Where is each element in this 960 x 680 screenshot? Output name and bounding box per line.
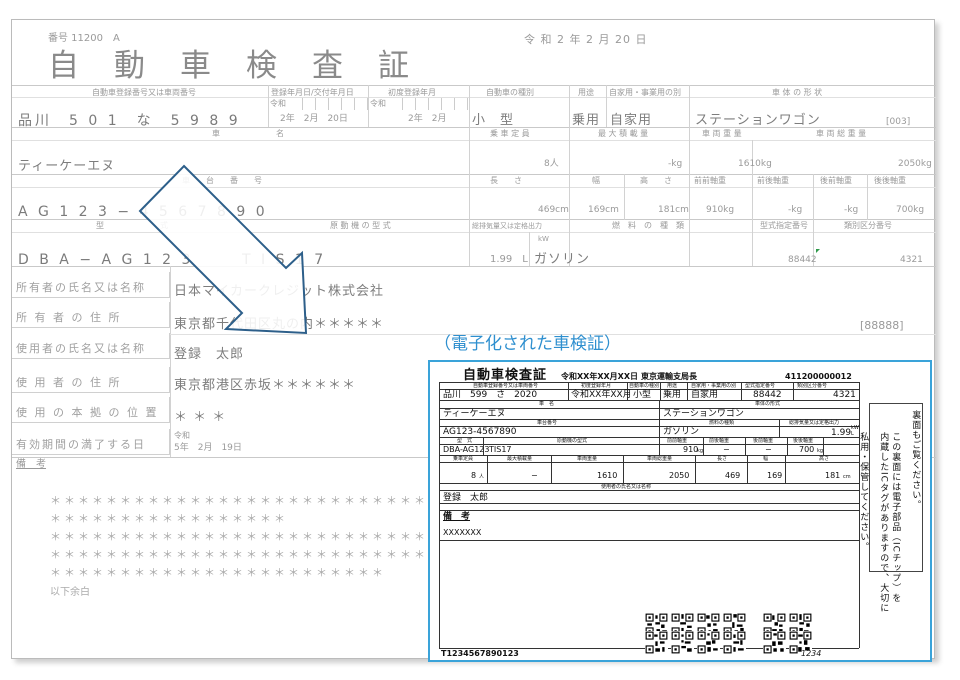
header-weight: 車両重量 [577, 456, 598, 462]
rear-rear-value: 700 [799, 445, 815, 454]
digital-inspection-certificate: 自動車検査証 令和XX年XX月XX日 東京運輸支局長 411200000012 … [433, 366, 927, 658]
width-value: 169 [767, 471, 783, 480]
weight-value: 1610 [597, 471, 618, 480]
class-number-value: 4321 [833, 390, 856, 400]
max-load-value: − [531, 471, 538, 480]
header-height: 高さ [819, 456, 830, 462]
header-max-load: 最大積載量 [507, 456, 533, 462]
header-front-rear: 前後軸重 [709, 438, 730, 444]
header-rear-rear: 後後軸重 [793, 438, 814, 444]
front-front-value: 910 [683, 445, 699, 454]
kg-unit: kg [697, 448, 704, 454]
header-width: 幅 [763, 456, 769, 462]
certificate-date: 令和XX年XX月XX日 [561, 372, 639, 381]
user-name-value: 登録 太郎 [443, 493, 489, 503]
header-kind: 自動車の種別 [629, 383, 660, 389]
certificate-number: 411200000012 [785, 372, 852, 381]
qr-code-icon [671, 631, 694, 654]
engine-model-value: TIS17 [489, 445, 512, 454]
rear-front-value: − [765, 445, 772, 454]
notice-text: 内蔵したICタグがありますので、大切に [878, 432, 889, 613]
header-chassis: 車台番号 [537, 420, 558, 426]
reg-number-value: 品川 599 さ 2020 [443, 390, 538, 400]
header-private: 自家用・事業用の別 [691, 383, 737, 389]
header-capacity: 乗車定員 [453, 456, 474, 462]
notice-text: 裏面もご覧ください。 [910, 410, 921, 510]
height-value: 181 [825, 471, 841, 480]
header-length: 長さ [717, 456, 728, 462]
kg-unit: kg [817, 448, 824, 454]
displacement-value: 1.99 [831, 428, 852, 438]
remarks-value: XXXXXXX [443, 528, 482, 537]
model-number-value: 88442 [753, 390, 782, 400]
header-rear-front: 後前軸重 [753, 438, 774, 444]
private-value: 自家用 [691, 390, 719, 400]
fuel-value: ガソリン [663, 427, 700, 437]
header-model: 型 式 [457, 438, 473, 444]
header-model-number: 型式指定番号 [745, 383, 776, 389]
model-value: DBA-AG123 [443, 445, 490, 454]
qr-code-icon [697, 631, 720, 654]
notice-text: 私用・保管してください。 [858, 432, 869, 552]
notice-text: この裏面には電子部品（ICチップ）を [890, 432, 901, 603]
header-class-number: 類別区分番号 [797, 383, 828, 389]
car-name-value: ティーケーエヌ [443, 409, 506, 419]
digital-certificate-label: （電子化された車検証） [434, 334, 621, 354]
issuer: 東京運輸支局長 [641, 372, 697, 381]
length-value: 469 [725, 471, 741, 480]
header-car-name: 車 名 [539, 401, 555, 407]
header-user-name: 使用者の氏名又は名称 [601, 484, 652, 490]
body-shape-value: ステーションワゴン [663, 409, 744, 419]
gross-weight-value: 2050 [669, 471, 690, 480]
header-fuel: 燃料の種類 [709, 420, 735, 426]
first-reg-value: 令和XX年XX月 [571, 390, 632, 400]
chassis-value: AG123-4567890 [443, 427, 517, 437]
header-first-reg: 初度登録年月 [581, 383, 612, 389]
capacity-value: 8 [471, 471, 477, 480]
capacity-unit: 人 [479, 474, 485, 480]
serial-number: T1234567890123 [441, 649, 519, 658]
qr-code-icon [645, 631, 668, 654]
cm-unit: cm [843, 474, 851, 480]
header-use: 用途 [667, 383, 678, 389]
qr-code-icon [763, 631, 786, 654]
kind-value: 小型 [633, 390, 652, 400]
qr-code-icon [723, 631, 746, 654]
header-gross-weight: 車両総重量 [647, 456, 673, 462]
certificate-title: 自動車検査証 [463, 368, 548, 383]
header-engine-model: 原動機の型式 [557, 438, 588, 444]
remarks-label: 備 考 [443, 512, 471, 522]
header-reg-number: 自動車登録番号又は車両番号 [473, 383, 539, 389]
header-displacement: 総排気量又は定格出力 [789, 420, 840, 426]
front-rear-value: − [723, 445, 730, 454]
l-unit: L [851, 431, 854, 437]
header-front-front: 前前軸重 [667, 438, 688, 444]
page-number: 1234 [801, 649, 822, 658]
header-body-shape: 車体の形式 [755, 401, 781, 407]
use-value: 乗用 [663, 390, 682, 400]
